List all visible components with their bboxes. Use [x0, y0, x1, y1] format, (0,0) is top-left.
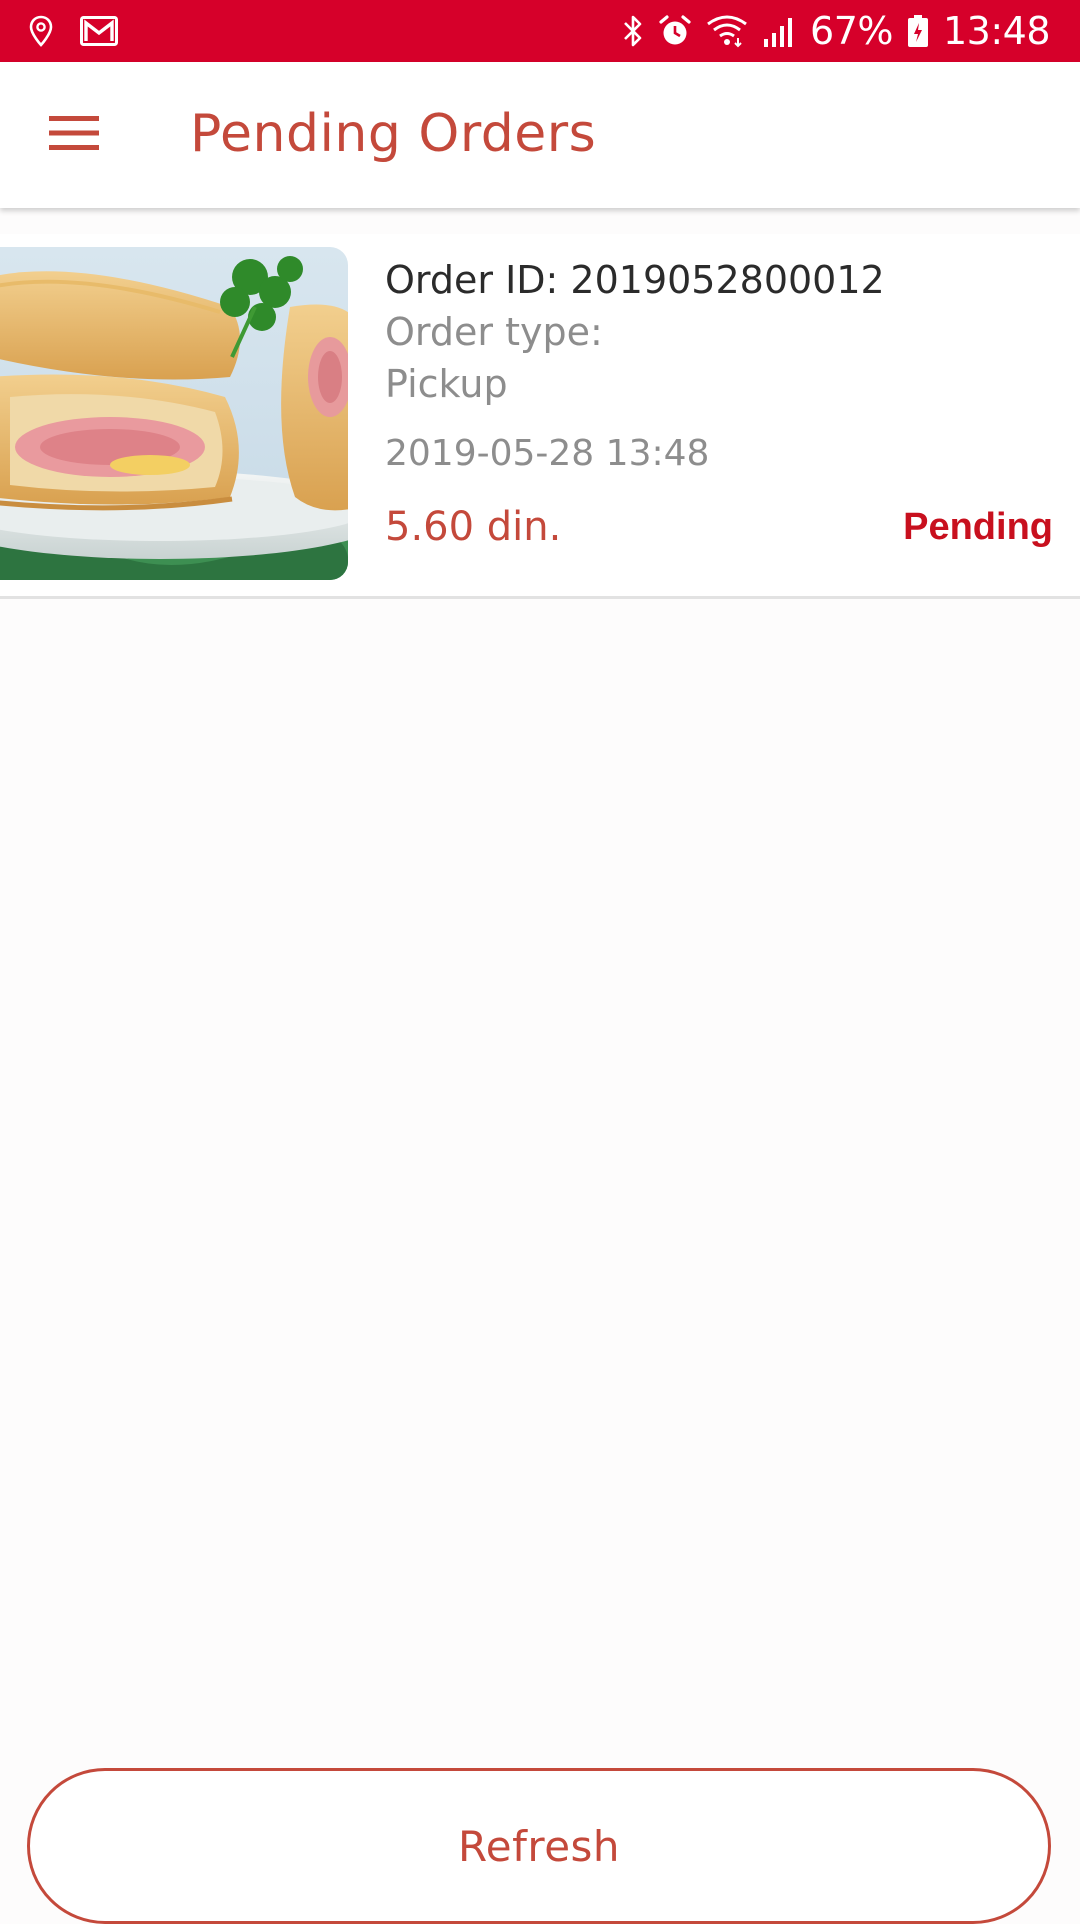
clock: 13:48 — [942, 9, 1051, 53]
order-type-value: Pickup — [385, 362, 508, 406]
status-bar-right: 67% 13:48 — [622, 8, 1051, 54]
battery-icon — [907, 14, 929, 48]
gmail-icon — [80, 16, 118, 46]
alarm-icon — [658, 14, 692, 48]
location-pin-icon — [28, 15, 54, 47]
hamburger-menu-icon — [49, 115, 99, 156]
page-title: Pending Orders — [190, 104, 597, 164]
order-price: 5.60 din. — [385, 504, 562, 550]
menu-button[interactable] — [34, 102, 114, 168]
order-type-label: Order type: — [385, 310, 603, 354]
bluetooth-icon — [622, 14, 644, 48]
order-list-item[interactable]: Order ID: 2019052800012 Order type: Pick… — [0, 234, 1080, 599]
order-date: 2019-05-28 13:48 — [385, 433, 710, 474]
status-bar-left — [28, 12, 118, 50]
order-status-badge: Pending — [903, 506, 1053, 548]
order-id: Order ID: 2019052800012 — [385, 258, 885, 302]
wifi-icon — [706, 14, 748, 48]
refresh-button[interactable]: Refresh — [27, 1768, 1051, 1924]
signal-icon — [762, 15, 796, 47]
order-food-image — [0, 247, 348, 580]
status-bar: 67% 13:48 — [0, 0, 1080, 62]
app-bar: Pending Orders — [0, 62, 1080, 208]
order-info: Order ID: 2019052800012 Order type: Pick… — [385, 254, 1065, 480]
battery-percent: 67% — [810, 9, 893, 53]
